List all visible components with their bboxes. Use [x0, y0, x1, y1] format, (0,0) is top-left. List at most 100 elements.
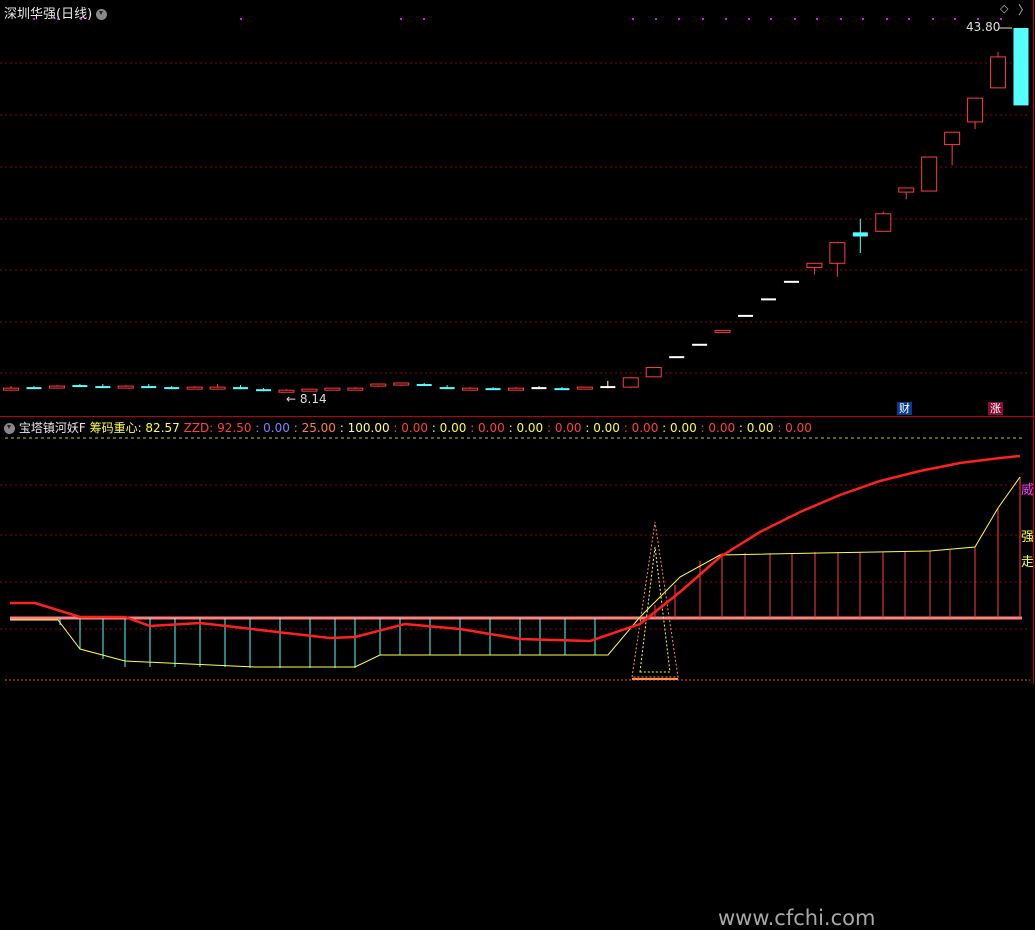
indicator-values: 筹码重心: 82.57 ZZD: 92.50 : 0.00 : 25.00 : …	[90, 421, 812, 435]
candle-body-13	[301, 388, 318, 392]
event-dot-7	[655, 18, 657, 20]
indicator-name[interactable]: 宝塔镇河妖F	[19, 421, 86, 435]
candle-body-33	[761, 298, 776, 301]
candle-body-1	[26, 387, 42, 390]
event-dot-12	[770, 18, 772, 20]
candle-body-32	[738, 314, 754, 317]
candle-body-44	[1013, 28, 1029, 106]
indicator-value-14: : 0.00	[735, 421, 774, 435]
more-arrow-icon[interactable]: 〉	[1018, 1, 1030, 18]
candlestick-chart[interactable]	[0, 0, 1035, 416]
indicator-value-4: : 100.00	[335, 421, 390, 435]
candle-body-20	[462, 387, 479, 391]
low-price-label: ← 8.14	[286, 392, 327, 406]
yellow-line-low	[10, 616, 641, 668]
indicator-value-2: : 0.00	[251, 421, 290, 435]
candle-body-26	[600, 386, 616, 389]
event-dot-4	[400, 18, 402, 20]
event-dot-5	[423, 18, 425, 20]
indicator-value-9: : 0.00	[543, 421, 582, 435]
right-border	[1033, 0, 1034, 684]
candle-body-29	[669, 356, 685, 359]
limit-up-event-tag[interactable]: 涨	[988, 402, 1003, 415]
indicator-value-5: : 0.00	[389, 421, 428, 435]
event-dot-14	[816, 18, 818, 20]
stock-title-text: 深圳华强(日线)	[4, 7, 93, 22]
indicator-header: 宝塔镇河妖F 筹码重心: 82.57 ZZD: 92.50 : 0.00 : 2…	[4, 419, 812, 436]
candle-body-19	[439, 387, 455, 390]
candle-body-15	[347, 387, 364, 391]
low-price-value: 8.14	[299, 392, 327, 406]
event-dot-11	[748, 18, 750, 20]
candle-body-41	[944, 131, 961, 146]
candle-body-16	[370, 383, 387, 387]
candle-body-22	[508, 387, 524, 391]
candle-body-0	[3, 387, 19, 391]
title-dropdown-icon[interactable]	[96, 9, 108, 20]
indicator-value-12: : 0.00	[658, 421, 697, 435]
candle-body-31	[714, 329, 731, 333]
candle-body-18	[416, 384, 432, 387]
event-dot-17	[886, 18, 888, 20]
candle-body-39	[898, 187, 915, 193]
candle-body-27	[622, 377, 639, 388]
indicator-value-1: ZZD: 92.50	[179, 421, 252, 435]
expand-diamond-icon[interactable]: ◇	[1000, 2, 1008, 15]
candle-body-35	[806, 262, 823, 268]
candle-body-23	[531, 387, 547, 390]
candle-body-6	[141, 386, 157, 389]
candle-body-3	[72, 385, 88, 388]
candle-body-34	[783, 280, 799, 283]
high-price-label: 43.80	[966, 20, 1001, 34]
indicator-value-15: : 0.00	[773, 421, 812, 435]
candle-body-14	[324, 387, 341, 391]
candle-body-10	[233, 387, 249, 390]
indicator-value-11: : 0.00	[619, 421, 659, 435]
event-dot-8	[678, 18, 680, 20]
candle-body-43	[990, 56, 1007, 89]
event-dot-3	[240, 18, 242, 20]
event-dot-20	[954, 18, 956, 20]
candle-body-40	[921, 156, 938, 192]
candle-body-9	[209, 386, 226, 390]
event-dot-15	[840, 18, 842, 20]
candle-body-24	[554, 388, 570, 391]
indicator-value-13: : 0.00	[696, 421, 736, 435]
candle-body-2	[48, 385, 65, 389]
event-dot-10	[725, 18, 727, 20]
event-dot-16	[862, 18, 864, 20]
candle-body-21	[485, 388, 501, 391]
candle-body-7	[164, 387, 180, 390]
candle-body-25	[576, 386, 593, 390]
candle-body-36	[829, 242, 846, 264]
candle-body-30	[692, 343, 708, 346]
event-dot-9	[702, 18, 704, 20]
indicator-chart[interactable]	[0, 417, 1035, 684]
indicator-value-10: : 0.00	[581, 421, 620, 435]
candle-body-37	[852, 232, 868, 237]
event-dot-6	[632, 18, 634, 20]
price-chart-panel[interactable]: 深圳华强(日线) ◇ 〉 43.80 ← 8.14 财 涨	[0, 0, 1035, 416]
candle-body-4	[95, 386, 111, 389]
indicator-value-3: : 25.00	[289, 421, 336, 435]
indicator-value-7: : 0.00	[466, 421, 505, 435]
indicator-panel[interactable]: www.cfchi.com 威 强 走	[0, 417, 1035, 930]
indicator-dropdown-icon[interactable]	[4, 423, 15, 434]
candle-body-28	[645, 367, 662, 378]
candle-body-11	[256, 389, 271, 392]
event-dot-13	[794, 18, 796, 20]
finance-event-tag[interactable]: 财	[897, 402, 912, 415]
event-dot-18	[908, 18, 910, 20]
candle-body-17	[393, 382, 410, 386]
event-dot-19	[932, 18, 934, 20]
candle-body-5	[117, 385, 134, 389]
watermark: www.cfchi.com	[718, 906, 876, 930]
candle-body-8	[186, 386, 203, 390]
main-red-curve	[10, 454, 1021, 643]
indicator-value-8: : 0.00	[504, 421, 544, 435]
indicator-value-6: : 0.00	[427, 421, 467, 435]
candle-body-42	[967, 97, 984, 123]
stock-title: 深圳华强(日线)	[4, 3, 108, 22]
candle-body-38	[875, 213, 892, 232]
indicator-value-0: 筹码重心: 82.57	[89, 421, 180, 435]
